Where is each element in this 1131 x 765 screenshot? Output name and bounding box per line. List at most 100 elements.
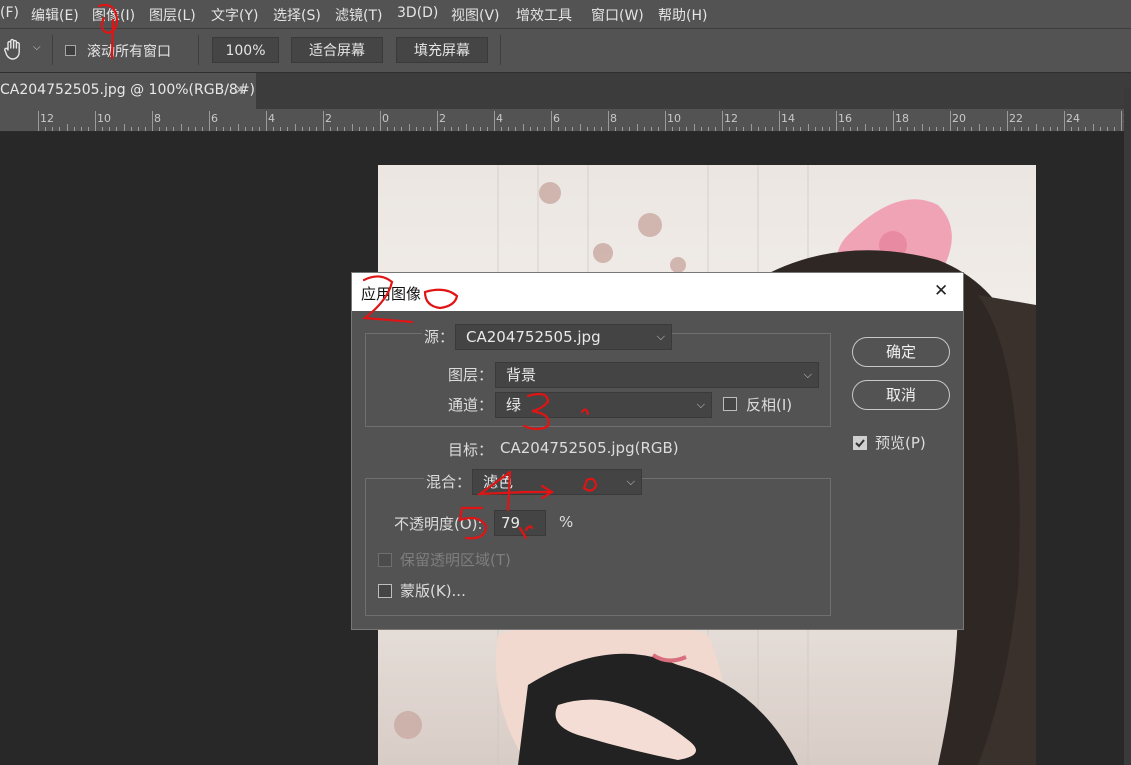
preview-checkbox[interactable] (853, 436, 867, 450)
ruler-minor-tick (116, 127, 118, 131)
ruler-minor-tick (479, 127, 481, 131)
ruler-minor-tick (1071, 127, 1073, 131)
menu-edit[interactable]: 编辑(E) (31, 5, 79, 25)
ruler-minor-tick (793, 127, 795, 131)
hand-icon[interactable] (2, 37, 24, 61)
menu-plugins[interactable]: 增效工具 (516, 5, 572, 25)
ruler-minor-tick (287, 127, 289, 131)
ruler-minor-tick (1049, 127, 1051, 131)
ruler-minor-tick (864, 124, 866, 131)
mask-checkbox[interactable] (378, 584, 392, 598)
ok-button[interactable]: 确定 (852, 337, 950, 367)
menu-help[interactable]: 帮助(H) (658, 5, 707, 25)
source-select[interactable]: CA204752505.jpg ⌵ (455, 324, 672, 350)
ruler-minor-tick (750, 124, 752, 131)
menu-file[interactable]: (F) (0, 5, 19, 21)
ruler-minor-tick (159, 127, 161, 131)
preserve-transparency-checkbox[interactable] (378, 553, 392, 567)
chevron-down-icon[interactable]: ⌵ (33, 42, 41, 53)
opacity-input[interactable]: 79 (494, 510, 546, 536)
fit-screen-button[interactable]: 适合屏幕 (291, 37, 383, 63)
ruler-major-tick (38, 111, 39, 131)
divider (198, 35, 199, 65)
ruler-major-tick (494, 111, 495, 131)
menu-3d[interactable]: 3D(D) (397, 5, 438, 21)
menu-filter[interactable]: 滤镜(T) (335, 5, 382, 25)
menu-view[interactable]: 视图(V) (451, 5, 500, 25)
ruler-minor-tick (921, 124, 923, 131)
ruler-minor-tick (978, 124, 980, 131)
chevron-down-icon: ⌵ (803, 368, 812, 381)
ruler-major-tick (608, 111, 609, 131)
ruler-minor-tick (714, 127, 716, 131)
ruler-major-tick (323, 111, 324, 131)
ruler-label: 4 (268, 112, 275, 125)
invert-label: 反相(I) (746, 396, 793, 414)
ruler-minor-tick (401, 127, 403, 131)
cancel-button[interactable]: 取消 (852, 380, 950, 410)
ruler-minor-tick (358, 127, 360, 131)
layer-label: 图层： (448, 366, 494, 384)
divider (52, 35, 53, 65)
ruler-label: 12 (724, 112, 738, 125)
ruler-minor-tick (87, 127, 89, 131)
chevron-down-icon: ⌵ (626, 475, 635, 488)
menu-type[interactable]: 文字(Y) (211, 5, 258, 25)
menu-select[interactable]: 选择(S) (273, 5, 321, 25)
ruler-minor-tick (351, 124, 353, 131)
ruler-minor-tick (964, 127, 966, 131)
close-icon[interactable]: × (234, 82, 246, 98)
menu-layer[interactable]: 图层(L) (149, 5, 196, 25)
ruler-label: 2 (439, 112, 446, 125)
invert-checkbox[interactable] (723, 397, 737, 411)
document-tab-title: CA204752505.jpg @ 100%(RGB/8#) (0, 82, 256, 98)
ruler-minor-tick (558, 127, 560, 131)
ruler-minor-tick (109, 127, 111, 131)
ruler-major-tick (209, 111, 210, 131)
ruler-minor-tick (515, 127, 517, 131)
blend-select[interactable]: 滤色 ⌵ (472, 469, 642, 495)
ruler-minor-tick (992, 127, 994, 131)
ruler-minor-tick (1099, 127, 1101, 131)
ruler-minor-tick (1092, 124, 1094, 131)
ruler-minor-tick (194, 127, 196, 131)
ruler-minor-tick (971, 127, 973, 131)
ruler-minor-tick (814, 127, 816, 131)
menu-window[interactable]: 窗口(W) (591, 5, 644, 25)
document-tab[interactable]: CA204752505.jpg @ 100%(RGB/8#) × (0, 73, 256, 109)
ruler-minor-tick (729, 127, 731, 131)
layer-select[interactable]: 背景 ⌵ (495, 362, 819, 388)
ruler-minor-tick (736, 127, 738, 131)
close-icon[interactable]: ✕ (934, 281, 948, 301)
ruler-major-tick (437, 111, 438, 131)
ruler-major-tick (551, 111, 552, 131)
ruler-minor-tick (643, 127, 645, 131)
ruler-minor-tick (1028, 127, 1030, 131)
ruler-minor-tick (885, 127, 887, 131)
channel-select[interactable]: 绿 ⌵ (495, 392, 712, 418)
ruler-label: 10 (667, 112, 681, 125)
ruler-minor-tick (80, 127, 82, 131)
ruler-minor-tick (408, 124, 410, 131)
scroll-all-label: 滚动所有窗口 (87, 44, 171, 60)
ruler-minor-tick (429, 127, 431, 131)
ruler-minor-tick (935, 127, 937, 131)
ruler-minor-tick (1035, 124, 1037, 131)
ruler-minor-tick (764, 127, 766, 131)
ruler-minor-tick (1078, 127, 1080, 131)
ruler-major-tick (95, 111, 96, 131)
ruler-minor-tick (444, 127, 446, 131)
ruler-minor-tick (1042, 127, 1044, 131)
ruler-label: 6 (211, 112, 218, 125)
ruler-label: 8 (610, 112, 617, 125)
opacity-unit: % (559, 513, 574, 531)
ruler-minor-tick (144, 127, 146, 131)
ruler-minor-tick (593, 127, 595, 131)
ruler-minor-tick (821, 127, 823, 131)
zoom-100-button[interactable]: 100% (212, 37, 279, 63)
fill-screen-button[interactable]: 填充屏幕 (396, 37, 488, 63)
ruler-major-tick (722, 111, 723, 131)
menu-image[interactable]: 图像(I) (92, 5, 135, 25)
scroll-all-checkbox[interactable] (65, 45, 76, 56)
ruler-minor-tick (258, 127, 260, 131)
